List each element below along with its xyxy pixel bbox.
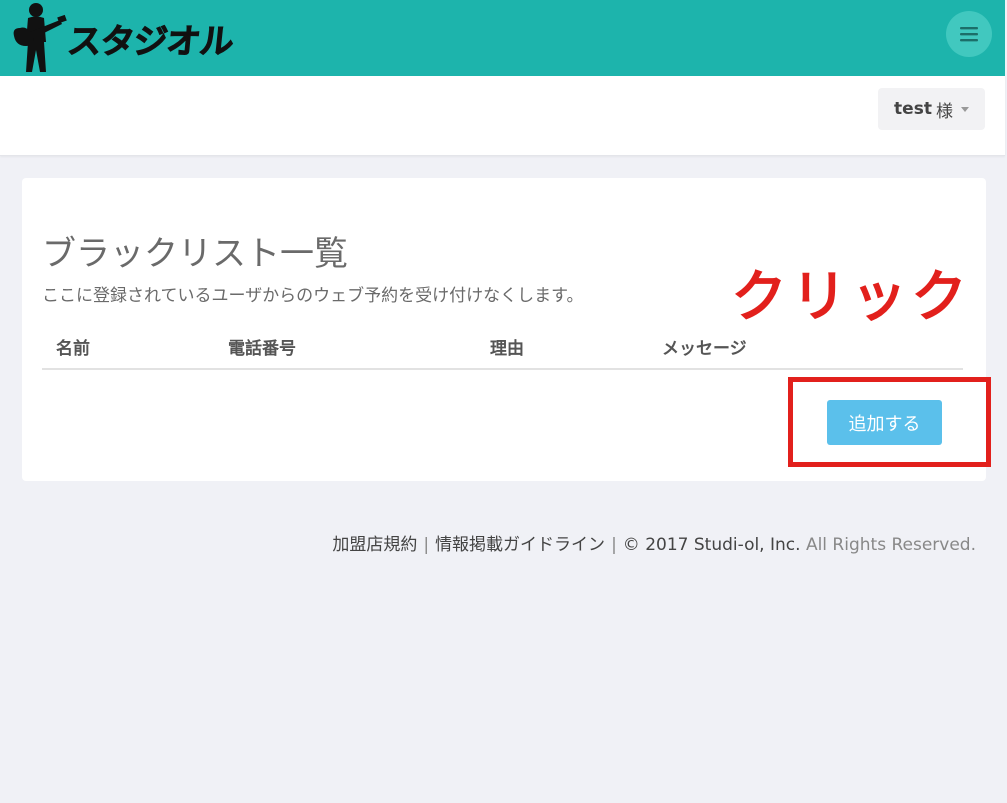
column-header-reason: 理由: [490, 339, 524, 359]
user-name: test: [894, 99, 932, 119]
page-title: ブラックリスト一覧: [42, 234, 348, 274]
guitarist-logo-icon: [13, 3, 67, 72]
footer-rights: All Rights Reserved.: [805, 535, 976, 555]
footer-separator: |: [423, 535, 430, 555]
logo-text: スタジオル: [65, 21, 235, 62]
user-honorific: 様: [935, 101, 953, 122]
page-footer: 加盟店規約 | 情報掲載ガイドライン | © 2017 Studi-ol, Inc. A…: [0, 530, 976, 555]
page-description: ここに登録されているユーザからのウェブ予約を受け付けなくします。: [42, 286, 584, 306]
footer-copyright: © 2017 Studi-ol, Inc.: [622, 535, 801, 555]
site-logo[interactable]: スタジオル: [10, 0, 235, 76]
click-annotation: クリック: [731, 265, 971, 330]
footer-separator: |: [611, 535, 617, 555]
hamburger-menu-button[interactable]: [946, 11, 992, 57]
user-dropdown-button[interactable]: test 様: [878, 88, 985, 130]
caret-down-icon: [960, 106, 969, 112]
user-bar: test 様: [0, 76, 1005, 156]
top-navbar: スタジオル: [0, 0, 1005, 76]
footer-link-terms[interactable]: 加盟店規約: [332, 535, 417, 555]
table-header: 名前 電話番号 理由 メッセージ: [42, 326, 963, 370]
hamburger-icon: [960, 27, 978, 42]
column-header-name: 名前: [56, 339, 90, 359]
footer-link-guidelines[interactable]: 情報掲載ガイドライン: [435, 535, 605, 555]
column-header-message: メッセージ: [662, 339, 747, 359]
highlight-annotation-box: [788, 377, 991, 467]
column-header-phone: 電話番号: [228, 339, 296, 359]
